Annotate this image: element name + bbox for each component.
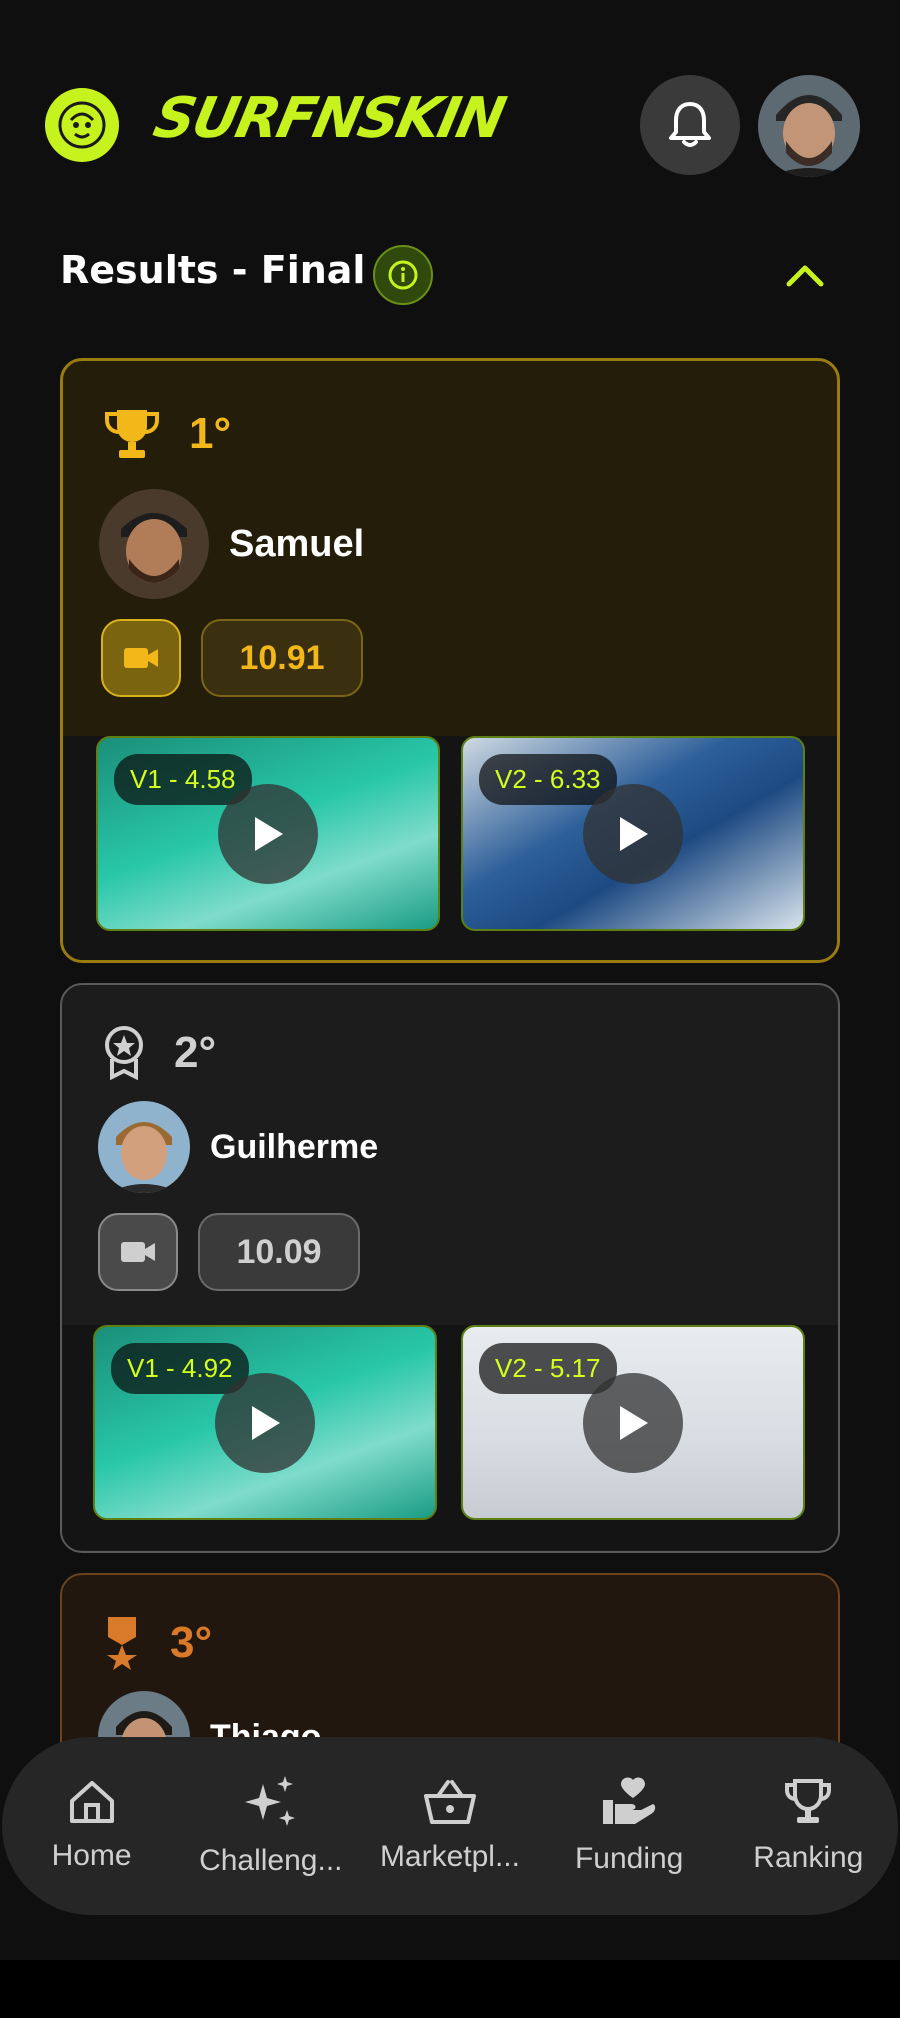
rank-row: 2°	[102, 1025, 216, 1081]
medal-icon	[107, 1617, 137, 1670]
player-name: Guilherme	[210, 1127, 379, 1166]
video-label: V2 - 6.33	[479, 754, 617, 805]
hand-heart-icon	[603, 1777, 656, 1824]
brand-wordmark: SURFNSKIN	[148, 86, 510, 151]
notifications-button[interactable]	[640, 75, 740, 175]
score-value: 10.09	[236, 1232, 322, 1271]
nav-item-marketplace[interactable]: Marketpl...	[365, 1778, 535, 1874]
rank-label: 2°	[174, 1028, 217, 1077]
video-button[interactable]	[98, 1213, 178, 1291]
video-camera-icon	[121, 1242, 155, 1262]
nav-item-home[interactable]: Home	[7, 1779, 177, 1873]
score-badge: 10.91	[201, 619, 363, 697]
score-value: 10.91	[239, 638, 325, 677]
info-button[interactable]	[373, 245, 433, 305]
result-card-1[interactable]: 1° Samuel 10.91 V1 - 4.58 V2 - 6.33	[60, 358, 840, 963]
nav-item-challenges[interactable]: Challeng...	[186, 1774, 356, 1878]
info-icon	[388, 260, 418, 290]
nav-label: Funding	[574, 1842, 684, 1875]
home-icon	[69, 1781, 114, 1823]
video-thumbnail-2[interactable]: V2 - 5.17	[461, 1325, 805, 1520]
video-thumbnail-1[interactable]: V1 - 4.92	[93, 1325, 437, 1520]
rank-row: 1°	[103, 406, 231, 462]
play-icon	[620, 1405, 648, 1440]
nav-label: Ranking	[753, 1841, 864, 1874]
play-button[interactable]	[215, 1372, 315, 1473]
rank-label: 3°	[170, 1618, 213, 1667]
trophy-icon	[785, 1779, 832, 1823]
video-strip: V1 - 4.58 V2 - 6.33	[63, 736, 837, 960]
bell-icon	[669, 102, 711, 147]
system-navigation-bar	[0, 1960, 900, 2018]
rank-row: 3°	[102, 1615, 212, 1671]
nav-item-ranking[interactable]: Ranking	[723, 1777, 893, 1875]
play-button[interactable]	[583, 1372, 683, 1473]
trophy-icon	[105, 410, 159, 458]
video-thumbnail-1[interactable]: V1 - 4.58	[96, 736, 440, 931]
user-avatar[interactable]	[758, 75, 860, 177]
rank-label: 1°	[189, 409, 232, 458]
basket-icon	[423, 1780, 476, 1824]
video-label: V1 - 4.92	[111, 1343, 249, 1394]
nav-label: Challeng...	[199, 1844, 343, 1877]
result-card-2[interactable]: 2° Guilherme 10.09 V1 - 4.92 V2 - 5.17	[60, 983, 840, 1553]
brand-logo-icon[interactable]	[45, 88, 119, 162]
nav-label: Home	[51, 1839, 132, 1872]
play-icon	[255, 816, 283, 851]
video-label: V2 - 5.17	[479, 1343, 617, 1394]
page-title: Results - Final	[60, 248, 366, 292]
video-strip: V1 - 4.92 V2 - 5.17	[62, 1325, 838, 1550]
play-icon	[252, 1405, 280, 1440]
chevron-up-icon	[786, 265, 824, 287]
medal-star-icon	[105, 1026, 143, 1081]
collapse-button[interactable]	[780, 250, 830, 300]
play-button[interactable]	[583, 783, 683, 884]
bottom-navigation: Home Challeng... Marketpl... Funding Ran…	[2, 1737, 898, 1915]
video-button[interactable]	[101, 619, 181, 697]
player-avatar[interactable]	[98, 1101, 190, 1193]
player-avatar[interactable]	[99, 489, 209, 599]
nav-label: Marketpl...	[379, 1840, 520, 1873]
app-header: SURFNSKIN	[0, 0, 900, 230]
sparkles-icon	[244, 1776, 295, 1826]
score-badge: 10.09	[198, 1213, 360, 1291]
video-camera-icon	[124, 648, 158, 668]
video-label: V1 - 4.58	[114, 754, 252, 805]
video-thumbnail-2[interactable]: V2 - 6.33	[461, 736, 805, 931]
play-icon	[620, 816, 648, 851]
player-row: Samuel	[99, 489, 364, 599]
nav-item-funding[interactable]: Funding	[544, 1776, 714, 1876]
player-name: Samuel	[229, 522, 365, 565]
player-row: Guilherme	[98, 1101, 378, 1193]
play-button[interactable]	[218, 783, 318, 884]
